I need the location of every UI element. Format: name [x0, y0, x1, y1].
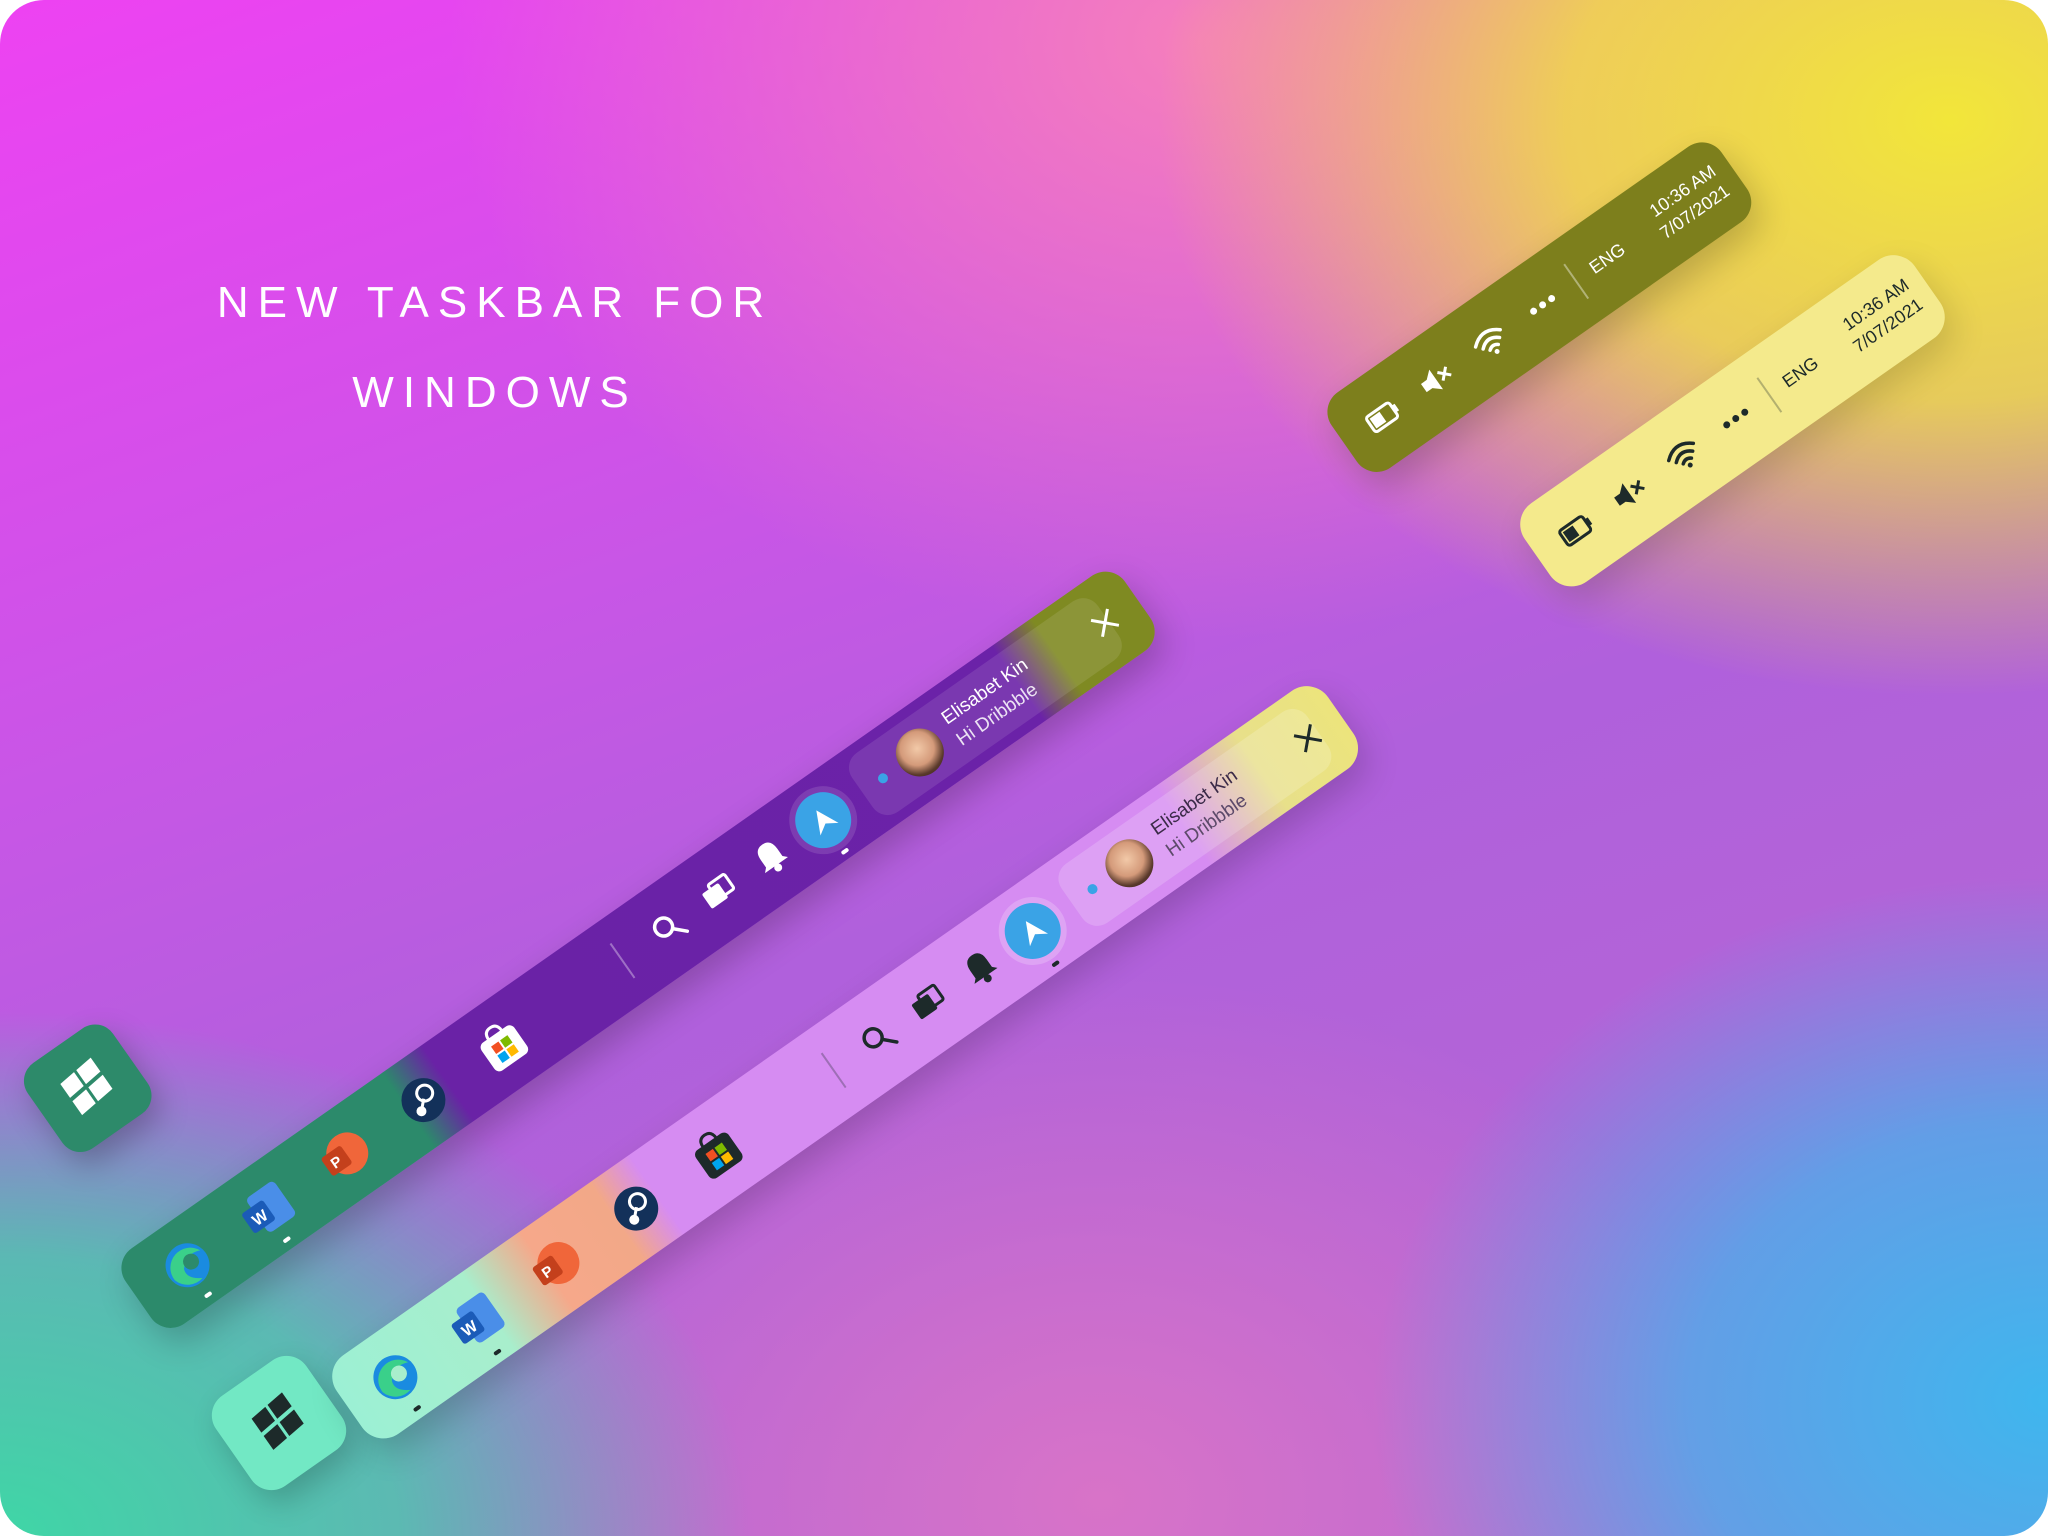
clock[interactable]: 10:36 AM 7/07/2021	[1818, 272, 1930, 372]
store-icon[interactable]	[466, 1009, 538, 1081]
wifi-icon[interactable]	[1462, 314, 1518, 370]
avatar	[886, 719, 954, 786]
running-indicator	[493, 1348, 502, 1357]
steam-icon[interactable]	[387, 1064, 459, 1136]
wifi-icon[interactable]	[1655, 427, 1711, 483]
speaker-muted-icon[interactable]	[1601, 465, 1657, 521]
word-icon[interactable]: W	[439, 1285, 511, 1357]
bell-icon[interactable]	[743, 829, 799, 885]
headline-line-2: WINDOWS	[352, 368, 638, 417]
speaker-muted-icon[interactable]	[1408, 352, 1464, 408]
edge-icon[interactable]	[359, 1341, 431, 1413]
headline-line-1: NEW TASKBAR FOR	[216, 278, 774, 327]
search-icon[interactable]	[851, 1011, 907, 1067]
taskbar-dark: W P Elisabet Kin Hi Dribbble ENG 10:36 A…	[0, 0, 2048, 1536]
tray-divider	[1563, 263, 1590, 300]
language-indicator[interactable]: ENG	[1779, 353, 1823, 393]
search-icon[interactable]	[641, 900, 697, 956]
running-indicator	[282, 1235, 292, 1244]
edge-icon[interactable]	[151, 1229, 223, 1301]
store-icon[interactable]	[680, 1116, 752, 1188]
running-indicator	[1051, 959, 1061, 968]
bell-icon[interactable]	[952, 940, 1008, 996]
task-view-icon[interactable]	[902, 975, 958, 1031]
unread-dot	[1085, 882, 1100, 897]
unread-dot	[876, 771, 890, 786]
battery-icon[interactable]	[1549, 502, 1605, 558]
tray-divider	[1756, 377, 1783, 413]
powerpoint-icon[interactable]: P	[309, 1119, 381, 1191]
desktop-background: NEW TASKBAR FOR WINDOWS W P Elisabet Kin…	[0, 0, 2048, 1536]
clock[interactable]: 10:36 AM 7/07/2021	[1624, 159, 1736, 259]
telegram-icon[interactable]	[784, 781, 863, 860]
battery-icon[interactable]	[1356, 388, 1412, 444]
steam-icon[interactable]	[600, 1172, 672, 1244]
word-icon[interactable]: W	[230, 1174, 302, 1246]
more-options-icon[interactable]	[1515, 277, 1571, 333]
language-indicator[interactable]: ENG	[1585, 239, 1629, 279]
task-view-icon[interactable]	[692, 865, 748, 921]
avatar	[1095, 829, 1163, 897]
running-indicator	[203, 1290, 213, 1299]
more-options-icon[interactable]	[1708, 391, 1764, 447]
toolbar-divider	[820, 1052, 847, 1089]
taskbar-light: W P Elisabet Kin Hi Dribbble ENG 10:36 A…	[0, 0, 2048, 1536]
powerpoint-icon[interactable]: P	[520, 1229, 592, 1301]
windows-logo-icon	[53, 1053, 123, 1123]
running-indicator	[412, 1404, 422, 1413]
windows-logo-icon	[244, 1388, 314, 1458]
telegram-icon[interactable]	[993, 891, 1072, 970]
toolbar-divider	[609, 942, 636, 979]
running-indicator	[840, 847, 850, 856]
start-button[interactable]	[15, 1015, 161, 1161]
